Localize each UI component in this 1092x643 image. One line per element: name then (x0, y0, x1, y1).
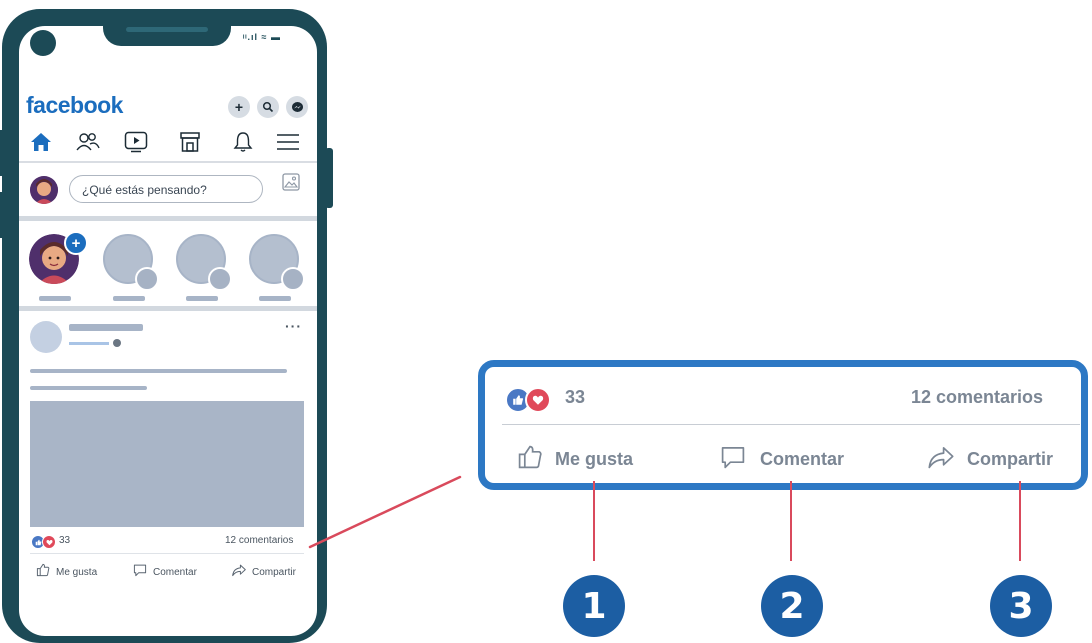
callout-pin-2 (790, 481, 792, 561)
stories-divider (19, 306, 317, 311)
composer-divider (19, 216, 317, 221)
zoom-share-label: Compartir (967, 449, 1054, 469)
post-image[interactable] (30, 401, 304, 527)
callout-badge-1: 1 (563, 575, 625, 637)
like-icon (517, 444, 543, 475)
photo-icon[interactable] (282, 173, 300, 196)
story-avatar (135, 267, 159, 291)
phone-speaker (126, 27, 208, 32)
search-icon[interactable] (257, 96, 279, 118)
phone-power-button (325, 148, 333, 208)
messenger-icon[interactable] (286, 96, 308, 118)
whats-on-your-mind-input[interactable]: ¿Qué estás pensando? (69, 175, 263, 203)
home-icon[interactable] (29, 130, 53, 154)
comment-icon (720, 444, 746, 475)
story-avatar (208, 267, 232, 291)
globe-icon (113, 339, 121, 347)
phone-side-button (0, 130, 5, 176)
story-label-placeholder (113, 296, 145, 301)
header-divider (19, 161, 317, 163)
add-story-plus-icon[interactable]: + (64, 231, 88, 255)
callout-pin-3 (1019, 481, 1021, 561)
reactions-divider (30, 553, 304, 554)
comments-count[interactable]: 12 comentarios (225, 535, 293, 546)
story-avatar (281, 267, 305, 291)
like-button[interactable]: Me gusta (36, 563, 97, 582)
zoom-comment-button[interactable]: Comentar (720, 444, 844, 475)
post-text-placeholder (30, 386, 147, 390)
zoom-comments-count[interactable]: 12 comentarios (911, 387, 1043, 408)
comment-icon (133, 563, 147, 582)
share-button[interactable]: Compartir (232, 563, 296, 582)
post-text-placeholder (30, 369, 287, 373)
reactions-icons[interactable] (31, 535, 56, 549)
share-label: Compartir (252, 567, 296, 578)
post-author-name-placeholder[interactable] (69, 324, 143, 331)
like-icon (36, 563, 50, 582)
zoom-comment-label: Comentar (760, 449, 845, 469)
love-reaction-icon (525, 387, 551, 413)
post-time-placeholder (69, 342, 109, 345)
story-label-placeholder (259, 296, 291, 301)
post-author-avatar[interactable] (30, 321, 62, 353)
callout-badge-3: 3 (990, 575, 1052, 637)
status-bar-icons: ᵎᵎ.ıl ≈ ▬ (243, 32, 281, 42)
friends-icon[interactable] (76, 130, 100, 154)
like-label: Me gusta (56, 567, 98, 578)
callout-badge-2: 2 (761, 575, 823, 637)
reactions-count[interactable]: 33 (59, 535, 70, 546)
marketplace-icon[interactable] (178, 130, 202, 154)
zoom-share-button[interactable]: Compartir (927, 444, 1053, 475)
phone-side-button (0, 192, 5, 238)
callout-connector-line (308, 475, 462, 549)
comment-label: Comentar (153, 567, 197, 578)
story-label-placeholder (186, 296, 218, 301)
comment-button[interactable]: Comentar (133, 563, 197, 582)
facebook-logo[interactable]: facebook (26, 92, 123, 119)
story-label-placeholder (39, 296, 71, 301)
menu-icon[interactable] (276, 130, 300, 154)
love-reaction-icon (42, 535, 56, 549)
zoom-reactions-icons[interactable] (505, 387, 551, 413)
more-options-icon[interactable]: ··· (285, 318, 302, 334)
zoom-like-button[interactable]: Me gusta (517, 444, 633, 475)
video-icon[interactable] (124, 130, 148, 154)
plus-icon[interactable]: + (228, 96, 250, 118)
share-icon (232, 563, 246, 582)
zoom-like-label: Me gusta (555, 449, 634, 469)
front-camera (30, 30, 56, 56)
share-icon (927, 444, 955, 475)
avatar[interactable] (30, 176, 58, 204)
callout-pin-1 (593, 481, 595, 561)
bell-icon[interactable] (231, 130, 255, 154)
zoom-reactions-count[interactable]: 33 (565, 387, 585, 408)
zoom-divider (502, 424, 1080, 425)
